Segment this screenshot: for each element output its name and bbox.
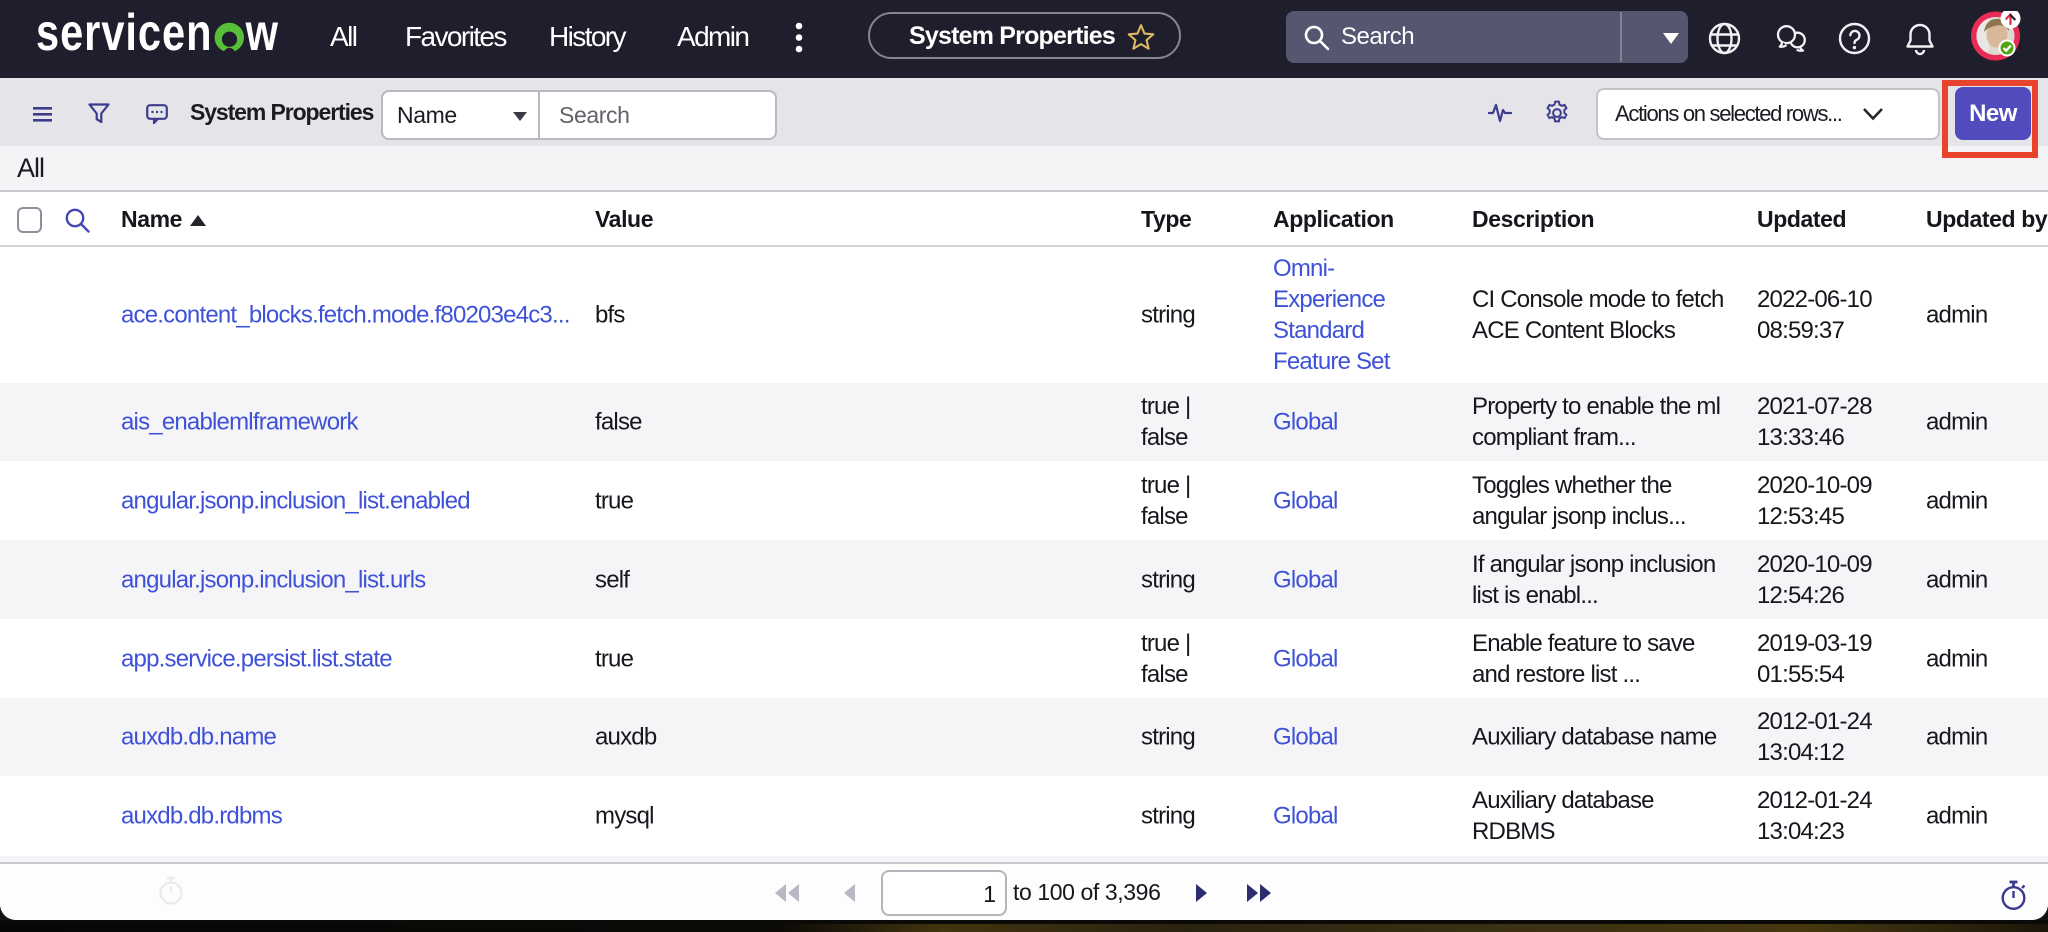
svg-text:servicen: servicen (36, 3, 212, 62)
svg-text:w: w (245, 3, 279, 62)
